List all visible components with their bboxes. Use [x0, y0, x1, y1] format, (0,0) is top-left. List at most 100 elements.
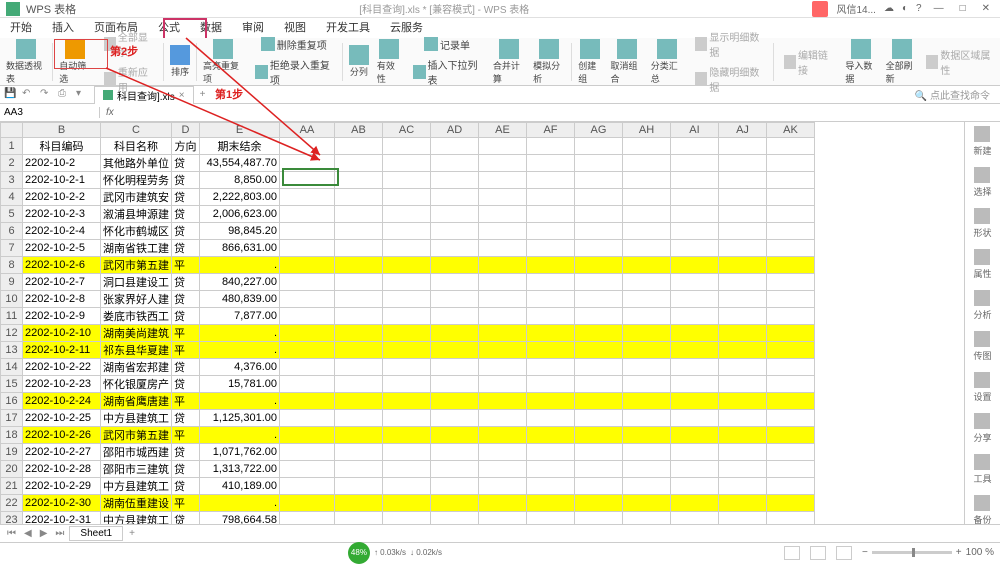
cell[interactable]	[335, 410, 383, 427]
cell[interactable]	[767, 155, 815, 172]
cell[interactable]	[719, 444, 767, 461]
cell[interactable]	[479, 308, 527, 325]
cell[interactable]	[767, 240, 815, 257]
cell[interactable]	[383, 308, 431, 325]
cell[interactable]	[383, 342, 431, 359]
cell[interactable]	[719, 461, 767, 478]
col-header[interactable]: AB	[335, 123, 383, 138]
cell[interactable]	[479, 274, 527, 291]
cell[interactable]: 贷	[172, 206, 200, 223]
cell[interactable]	[719, 495, 767, 512]
zoom-in-icon[interactable]: +	[956, 547, 962, 558]
cell[interactable]	[383, 257, 431, 274]
row-header[interactable]: 22	[1, 495, 23, 512]
cell[interactable]	[623, 257, 671, 274]
cell[interactable]	[527, 376, 575, 393]
cell[interactable]	[623, 240, 671, 257]
col-header[interactable]: D	[172, 123, 200, 138]
cell[interactable]	[335, 155, 383, 172]
cell[interactable]	[671, 461, 719, 478]
grid[interactable]: BCDEAAABACADAEAFAGAHAIAJAK1科目编码科目名称方向期末结…	[0, 122, 964, 524]
sheet-nav-last[interactable]: ⏭	[52, 528, 67, 539]
qat-print-icon[interactable]: ⎙	[58, 88, 72, 102]
cell[interactable]	[719, 240, 767, 257]
side-item[interactable]: 分析	[973, 290, 991, 321]
cell[interactable]	[623, 512, 671, 525]
cell[interactable]: 洞口县建设工	[101, 274, 172, 291]
row-header[interactable]: 6	[1, 223, 23, 240]
validation-button[interactable]: 有效性	[375, 37, 403, 87]
cell[interactable]	[383, 223, 431, 240]
cell[interactable]: 贷	[172, 512, 200, 525]
cell[interactable]	[479, 444, 527, 461]
cell[interactable]: 贷	[172, 291, 200, 308]
cell[interactable]	[431, 223, 479, 240]
cell[interactable]	[575, 223, 623, 240]
cell[interactable]	[623, 427, 671, 444]
cell[interactable]: 平	[172, 257, 200, 274]
cell[interactable]	[623, 410, 671, 427]
cell[interactable]: 怀化市鹤城区	[101, 223, 172, 240]
cell[interactable]	[479, 206, 527, 223]
cell[interactable]	[671, 155, 719, 172]
cell[interactable]	[623, 308, 671, 325]
cell[interactable]: 43,554,487.70	[200, 155, 280, 172]
cell[interactable]	[767, 495, 815, 512]
cell[interactable]	[575, 444, 623, 461]
cell[interactable]	[431, 325, 479, 342]
cell[interactable]	[527, 393, 575, 410]
cell[interactable]	[335, 495, 383, 512]
cell[interactable]	[431, 257, 479, 274]
cell[interactable]: 贷	[172, 410, 200, 427]
cell[interactable]: 中方县建筑工	[101, 512, 172, 525]
cloud-icon[interactable]: ☁	[884, 3, 894, 14]
menu-start[interactable]: 开始	[0, 18, 42, 38]
cell[interactable]	[280, 206, 335, 223]
sheet-tab[interactable]: Sheet1	[69, 526, 123, 541]
cell[interactable]: 2202-10-2-27	[23, 444, 101, 461]
cell[interactable]	[527, 410, 575, 427]
cell[interactable]: 平	[172, 393, 200, 410]
cell[interactable]	[280, 291, 335, 308]
cell[interactable]	[719, 342, 767, 359]
cell[interactable]	[671, 359, 719, 376]
cell[interactable]	[767, 427, 815, 444]
import-data-button[interactable]: 导入数据	[843, 37, 879, 87]
cell[interactable]	[719, 257, 767, 274]
new-tab-icon[interactable]: +	[194, 89, 212, 100]
cell[interactable]	[479, 512, 527, 525]
row-header[interactable]: 4	[1, 189, 23, 206]
cell[interactable]	[479, 291, 527, 308]
pivot-table-button[interactable]: 数据透视表	[4, 37, 48, 87]
cell[interactable]	[767, 172, 815, 189]
row-header[interactable]: 16	[1, 393, 23, 410]
cell[interactable]	[575, 155, 623, 172]
cell[interactable]: 2202-10-2-26	[23, 427, 101, 444]
cell[interactable]	[527, 223, 575, 240]
cell[interactable]	[527, 206, 575, 223]
row-header[interactable]: 8	[1, 257, 23, 274]
insert-dropdown-button[interactable]: 插入下拉列表	[411, 55, 483, 89]
cell[interactable]	[335, 223, 383, 240]
cell[interactable]	[527, 155, 575, 172]
formula-input[interactable]	[120, 107, 1000, 118]
cell[interactable]	[575, 410, 623, 427]
cell[interactable]	[527, 444, 575, 461]
menu-data[interactable]: 数据	[190, 18, 232, 38]
cell[interactable]	[623, 325, 671, 342]
cell[interactable]: 怀化银厦房产	[101, 376, 172, 393]
cell[interactable]	[623, 342, 671, 359]
cell[interactable]	[280, 274, 335, 291]
col-header[interactable]: C	[101, 123, 172, 138]
cell[interactable]: 2202-10-2-5	[23, 240, 101, 257]
cell[interactable]: 2202-10-2-31	[23, 512, 101, 525]
cell[interactable]	[335, 206, 383, 223]
cell[interactable]: 湖南伍重建设	[101, 495, 172, 512]
cell[interactable]	[623, 274, 671, 291]
cell[interactable]	[431, 189, 479, 206]
zoom-out-icon[interactable]: −	[862, 547, 868, 558]
cell[interactable]: 娄底市铁西工	[101, 308, 172, 325]
cell[interactable]	[280, 342, 335, 359]
cell[interactable]	[767, 189, 815, 206]
cell[interactable]: 邵阳市城西建	[101, 444, 172, 461]
